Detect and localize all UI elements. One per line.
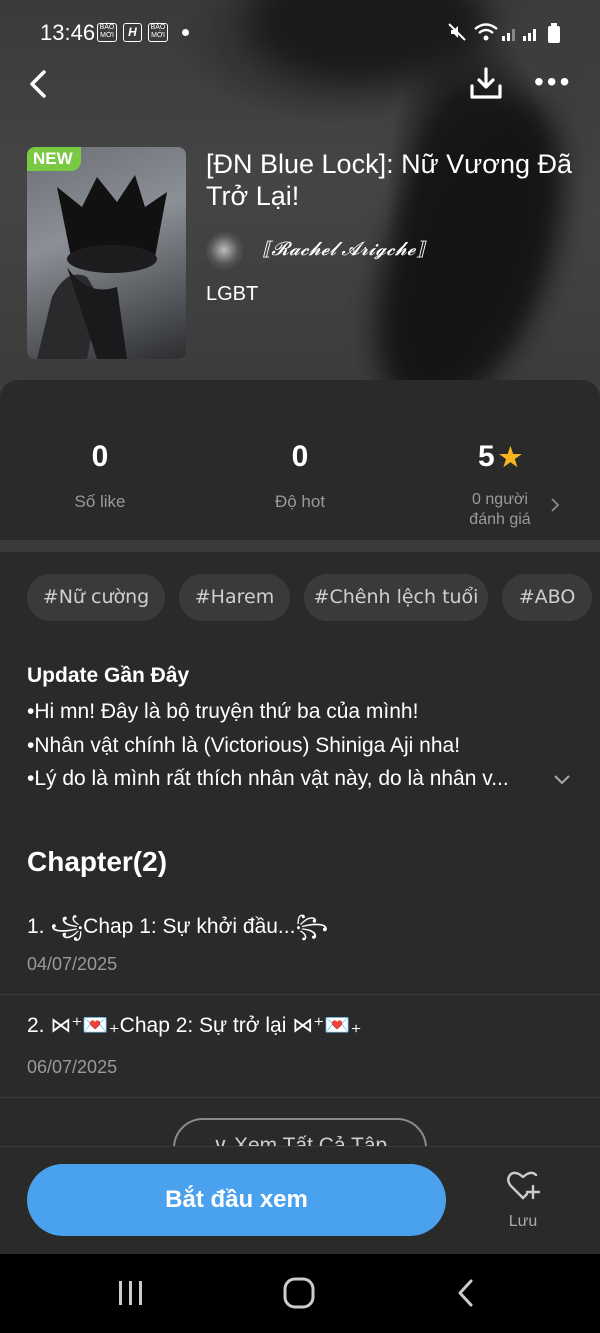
divider — [0, 1097, 600, 1098]
notification-dot-icon — [182, 29, 189, 36]
rating-label: đánh giá — [469, 511, 531, 528]
back-nav-icon[interactable] — [454, 1278, 478, 1308]
tag-chip[interactable]: #Nữ cường — [27, 574, 165, 621]
status-bar: 13:46 BÁO MỚI H BÁO MỚI — [0, 0, 600, 64]
recent-apps-icon[interactable] — [116, 1278, 146, 1308]
chapter-title: 1. ꧁Chap 1: Sự khởi đầu...꧂ — [27, 915, 329, 938]
tag-chip[interactable]: #ABO — [502, 574, 592, 621]
chapter-heading: Chapter(2) — [27, 846, 168, 877]
hot-label: Độ hot — [274, 492, 326, 511]
new-badge: NEW — [27, 147, 81, 171]
chapter-title: 2. ⋈⁺💌₊Chap 2: Sự trở lại ⋈⁺💌₊ — [27, 1014, 362, 1037]
update-line: •Hi mn! Đây là bộ truyện thứ ba của mình… — [27, 700, 419, 723]
update-title: Update Gần Đây — [27, 664, 190, 687]
heart-plus-icon — [507, 1171, 541, 1200]
book-title: [ĐN Blue Lock]: Nữ Vương Đã Trở Lại! — [206, 149, 572, 211]
tag-chip[interactable]: #Chênh lệch tuổi — [304, 574, 488, 621]
chapter-date: 06/07/2025 — [27, 1057, 118, 1077]
chapter-date: 04/07/2025 — [27, 954, 118, 974]
rating-stat[interactable]: 5 ★ 0 người đánh giá — [420, 440, 580, 530]
chapter-row[interactable]: 2. ⋈⁺💌₊Chap 2: Sự trở lại ⋈⁺💌₊ 06/07/202… — [0, 995, 600, 1097]
back-arrow-icon[interactable] — [24, 66, 54, 102]
stats-row: 0 Số like 0 Độ hot 5 ★ 0 người đánh giá — [0, 400, 600, 540]
chevron-right-icon[interactable] — [549, 497, 561, 513]
system-nav-bar — [0, 1254, 600, 1333]
signal-icon — [502, 29, 515, 41]
h-icon: H — [123, 23, 142, 42]
home-icon[interactable] — [282, 1276, 316, 1310]
bao-moi-icon: BÁO MỚI — [148, 23, 168, 42]
update-line: •Lý do là mình rất thích nhân vật này, d… — [27, 767, 509, 790]
author-avatar[interactable] — [206, 232, 246, 272]
section-separator — [0, 540, 600, 552]
expand-chevron-icon[interactable] — [553, 773, 571, 785]
crown-illustration — [37, 175, 167, 359]
rating-value: 5 — [478, 440, 495, 473]
more-options-icon[interactable]: ••• — [534, 68, 574, 96]
save-label: Lưu — [508, 1213, 538, 1230]
chapter-row[interactable]: 1. ꧁Chap 1: Sự khởi đầu...꧂ 04/07/2025 — [0, 892, 600, 994]
wifi-icon — [474, 23, 498, 41]
battery-icon — [548, 23, 560, 43]
hot-count: 0 — [291, 440, 309, 473]
download-icon[interactable] — [468, 66, 504, 102]
likes-count: 0 — [91, 440, 109, 473]
star-icon: ★ — [498, 442, 522, 472]
likes-stat: 0 Số like — [20, 440, 180, 512]
status-time: 13:46 — [40, 20, 96, 45]
save-button[interactable]: Lưu — [500, 1170, 546, 1231]
signal-icon — [523, 29, 536, 41]
tag-chip[interactable]: #Harem — [179, 574, 290, 621]
start-reading-button[interactable]: Bắt đầu xem — [27, 1164, 446, 1236]
mute-icon — [448, 23, 466, 41]
likes-label: Số like — [74, 492, 126, 511]
book-cover[interactable]: NEW — [27, 147, 186, 359]
bao-moi-icon: BÁO MỚI — [97, 23, 117, 42]
author-name[interactable]: ⟦𝓡𝓪𝓬𝓱𝓮𝓵 𝓐𝓻𝓲𝓰𝓬𝓱𝓮⟧ — [262, 238, 425, 261]
update-line: •Nhân vật chính là (Victorious) Shiniga … — [27, 734, 461, 757]
hot-stat: 0 Độ hot — [220, 440, 380, 512]
genre-label[interactable]: LGBT — [206, 283, 258, 306]
